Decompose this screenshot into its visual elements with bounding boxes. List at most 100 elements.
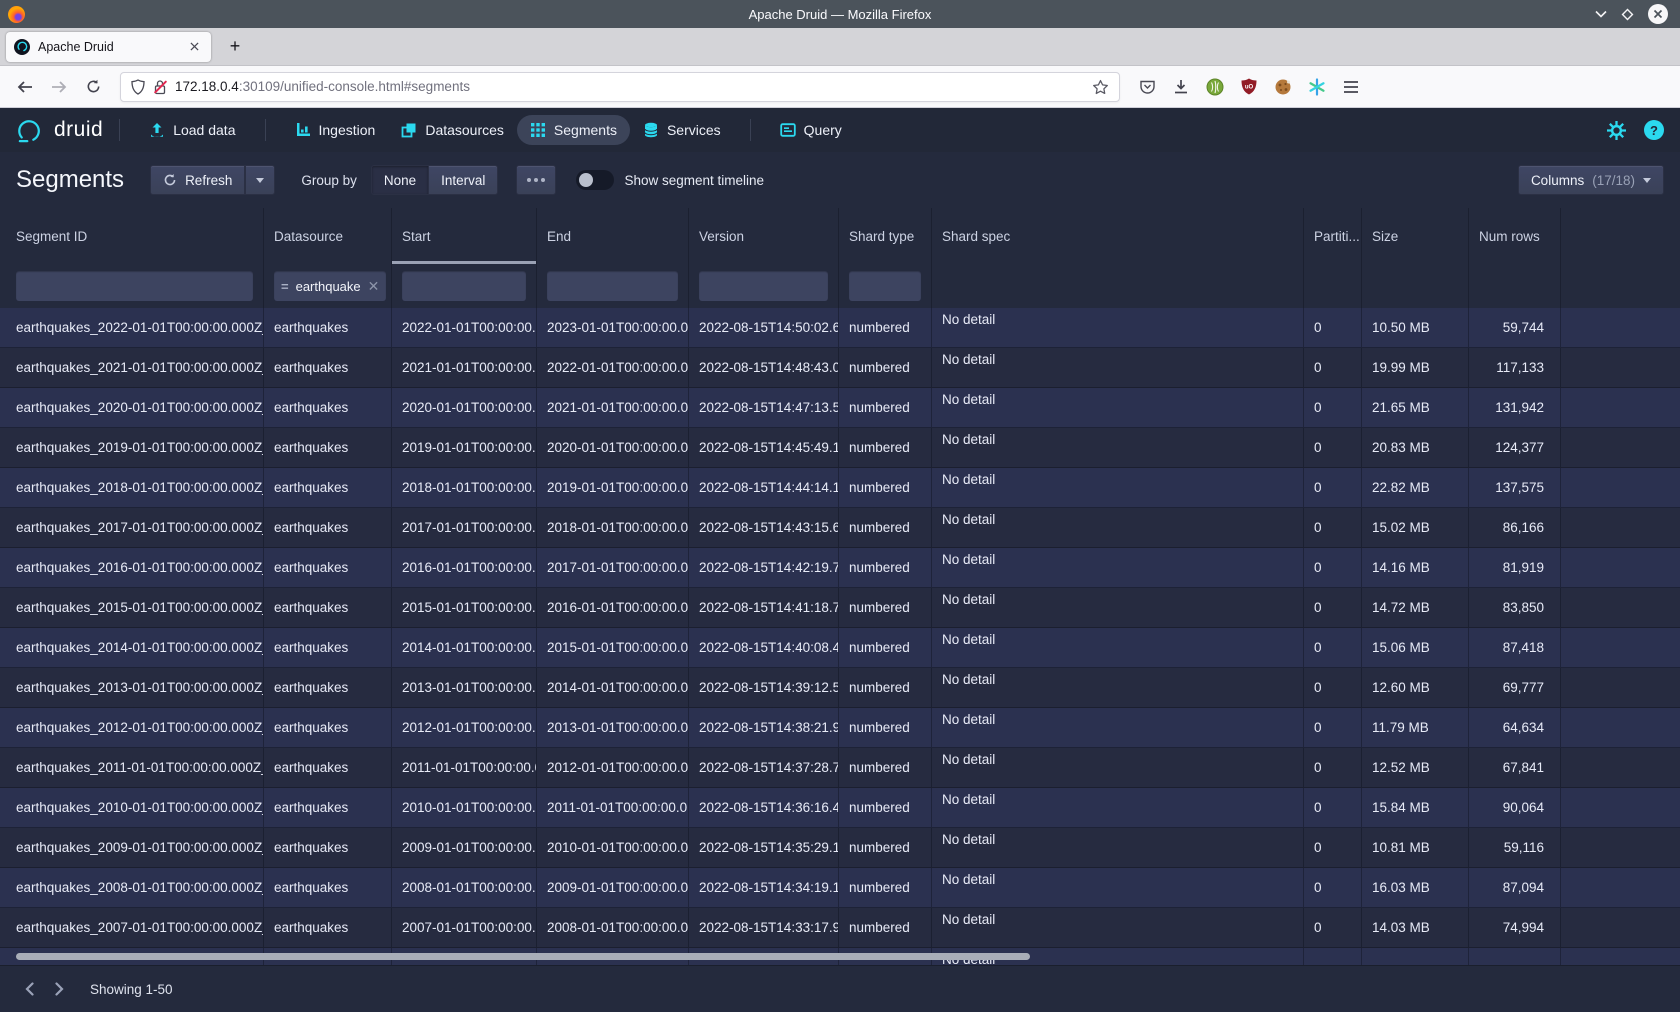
previous-page-button[interactable] — [14, 974, 44, 1004]
services-icon — [643, 122, 659, 138]
forward-button-icon[interactable] — [44, 72, 74, 102]
cell-segment-id: earthquakes_2012-01-01T00:00:00.000Z_2..… — [0, 708, 264, 747]
cell-num-rows: 67,841 — [1469, 748, 1561, 787]
cell-size: 15.06 MB — [1362, 628, 1469, 667]
insecure-lock-icon[interactable] — [153, 79, 167, 95]
bookmark-star-icon[interactable] — [1092, 79, 1109, 95]
browser-tab[interactable]: Apache Druid — [6, 32, 211, 62]
datasource-filter-chip[interactable]: = earthquake ✕ — [281, 278, 379, 295]
nav-query[interactable]: Query — [767, 115, 855, 145]
table-row[interactable]: earthquakes_2011-01-01T00:00:00.000Z_2..… — [0, 748, 1680, 788]
table-row[interactable]: earthquakes_2017-01-01T00:00:00.000Z_2..… — [0, 508, 1680, 548]
cell-num-rows: 137,575 — [1469, 468, 1561, 507]
column-header-shard-type[interactable]: Shard type — [839, 208, 932, 264]
table-row[interactable]: earthquakes_2022-01-01T00:00:00.000Z_2..… — [0, 308, 1680, 348]
cell-segment-id: earthquakes_2020-01-01T00:00:00.000Z_2..… — [0, 388, 264, 427]
table-row[interactable]: earthquakes_2018-01-01T00:00:00.000Z_2..… — [0, 468, 1680, 508]
cell-end: 2011-01-01T00:00:00.0... — [537, 788, 689, 827]
table-row[interactable]: earthquakes_2021-01-01T00:00:00.000Z_2..… — [0, 348, 1680, 388]
nav-datasources[interactable]: Datasources — [388, 115, 517, 145]
window-titlebar: Apache Druid — Mozilla Firefox — [0, 0, 1680, 28]
nav-ingestion[interactable]: Ingestion — [282, 115, 389, 145]
cell-size: 15.84 MB — [1362, 788, 1469, 827]
table-row[interactable]: earthquakes_2016-01-01T00:00:00.000Z_2..… — [0, 548, 1680, 588]
refresh-dropdown-button[interactable] — [245, 165, 275, 195]
table-row[interactable]: earthquakes_2007-01-01T00:00:00.000Z_2..… — [0, 908, 1680, 948]
column-header-version[interactable]: Version — [689, 208, 839, 264]
cell-partition: 0 — [1304, 588, 1362, 627]
column-header-datasource[interactable]: Datasource — [264, 208, 392, 264]
filter-segment-id-input[interactable] — [16, 271, 253, 301]
filter-version-input[interactable] — [699, 271, 828, 301]
cell-version: 2022-08-15T14:37:28.7... — [689, 748, 839, 787]
browser-tab-bar: Apache Druid + — [0, 28, 1680, 66]
column-header-partition[interactable]: Partiti... — [1304, 208, 1362, 264]
cookie-extension-icon[interactable] — [1268, 72, 1298, 102]
segments-icon — [530, 122, 546, 138]
pocket-icon[interactable] — [1132, 72, 1162, 102]
horizontal-scrollbar[interactable] — [0, 953, 1680, 961]
segment-timeline-label: Show segment timeline — [624, 173, 764, 188]
cell-num-rows: 90,064 — [1469, 788, 1561, 827]
group-by-none-button[interactable]: None — [371, 165, 429, 195]
group-by-interval-button[interactable]: Interval — [429, 165, 498, 195]
columns-button[interactable]: Columns (17/18) — [1518, 165, 1664, 195]
help-icon[interactable]: ? — [1644, 120, 1664, 140]
ublock-origin-icon[interactable]: uO — [1234, 72, 1264, 102]
table-row[interactable]: earthquakes_2012-01-01T00:00:00.000Z_2..… — [0, 708, 1680, 748]
filter-end-input[interactable] — [547, 271, 678, 301]
reload-button-icon[interactable] — [78, 72, 108, 102]
new-tab-button[interactable]: + — [221, 33, 249, 61]
nav-segments[interactable]: Segments — [517, 115, 630, 145]
table-row[interactable]: earthquakes_2013-01-01T00:00:00.000Z_2..… — [0, 668, 1680, 708]
nav-load-data[interactable]: Load data — [136, 115, 248, 145]
next-page-button[interactable] — [44, 974, 74, 1004]
filter-start-input[interactable] — [402, 271, 526, 301]
column-header-segment-id[interactable]: Segment ID — [0, 208, 264, 264]
cell-segment-id: earthquakes_2018-01-01T00:00:00.000Z_2..… — [0, 468, 264, 507]
table-row[interactable]: earthquakes_2020-01-01T00:00:00.000Z_2..… — [0, 388, 1680, 428]
table-row[interactable]: earthquakes_2015-01-01T00:00:00.000Z_2..… — [0, 588, 1680, 628]
menu-hamburger-icon[interactable] — [1336, 72, 1366, 102]
table-row[interactable]: earthquakes_2019-01-01T00:00:00.000Z_2..… — [0, 428, 1680, 468]
table-row[interactable]: earthquakes_2008-01-01T00:00:00.000Z_2..… — [0, 868, 1680, 908]
window-minimize-icon[interactable] — [1595, 10, 1607, 18]
cell-datasource: earthquakes — [264, 828, 392, 867]
cell-shard-spec: No detail — [932, 308, 1304, 347]
chevron-right-icon — [55, 982, 64, 996]
column-header-start[interactable]: Start — [392, 208, 537, 264]
column-header-num-rows[interactable]: Num rows — [1469, 208, 1561, 264]
group-by-button-group: None Interval — [371, 165, 499, 195]
window-close-icon[interactable] — [1648, 4, 1668, 24]
settings-gear-icon[interactable] — [1607, 121, 1626, 140]
segment-timeline-toggle[interactable] — [576, 170, 614, 190]
refresh-button[interactable]: Refresh — [150, 165, 245, 195]
table-row[interactable]: earthquakes_2010-01-01T00:00:00.000Z_2..… — [0, 788, 1680, 828]
back-button-icon[interactable] — [10, 72, 40, 102]
remove-filter-icon[interactable]: ✕ — [368, 278, 380, 295]
window-maximize-icon[interactable] — [1621, 8, 1634, 21]
scrollbar-thumb[interactable] — [16, 953, 1030, 960]
table-row[interactable]: earthquakes_2009-01-01T00:00:00.000Z_2..… — [0, 828, 1680, 868]
downloads-icon[interactable] — [1166, 72, 1196, 102]
cell-segment-id: earthquakes_2007-01-01T00:00:00.000Z_2..… — [0, 908, 264, 947]
table-row[interactable]: earthquakes_2014-01-01T00:00:00.000Z_2..… — [0, 628, 1680, 668]
druid-logo[interactable]: druid — [16, 117, 103, 143]
tab-close-icon[interactable] — [186, 40, 203, 53]
cell-num-rows: 83,850 — [1469, 588, 1561, 627]
cell-start: 2011-01-01T00:00:00.0... — [392, 748, 537, 787]
filter-shard-type-input[interactable] — [849, 271, 921, 301]
column-header-size[interactable]: Size — [1362, 208, 1469, 264]
column-header-end[interactable]: End — [537, 208, 689, 264]
cell-num-rows: 87,094 — [1469, 868, 1561, 907]
cell-partition: 0 — [1304, 348, 1362, 387]
chevron-down-icon — [256, 178, 264, 183]
shield-icon — [131, 79, 145, 95]
url-bar[interactable]: 172.18.0.4:30109/unified-console.html#se… — [120, 72, 1120, 102]
snowflake-extension-icon[interactable] — [1302, 72, 1332, 102]
filter-datasource-input[interactable]: = earthquake ✕ — [274, 271, 386, 301]
privacy-badger-icon[interactable] — [1200, 72, 1230, 102]
column-header-shard-spec[interactable]: Shard spec — [932, 208, 1304, 264]
nav-services[interactable]: Services — [630, 115, 734, 145]
more-options-button[interactable] — [516, 165, 556, 195]
